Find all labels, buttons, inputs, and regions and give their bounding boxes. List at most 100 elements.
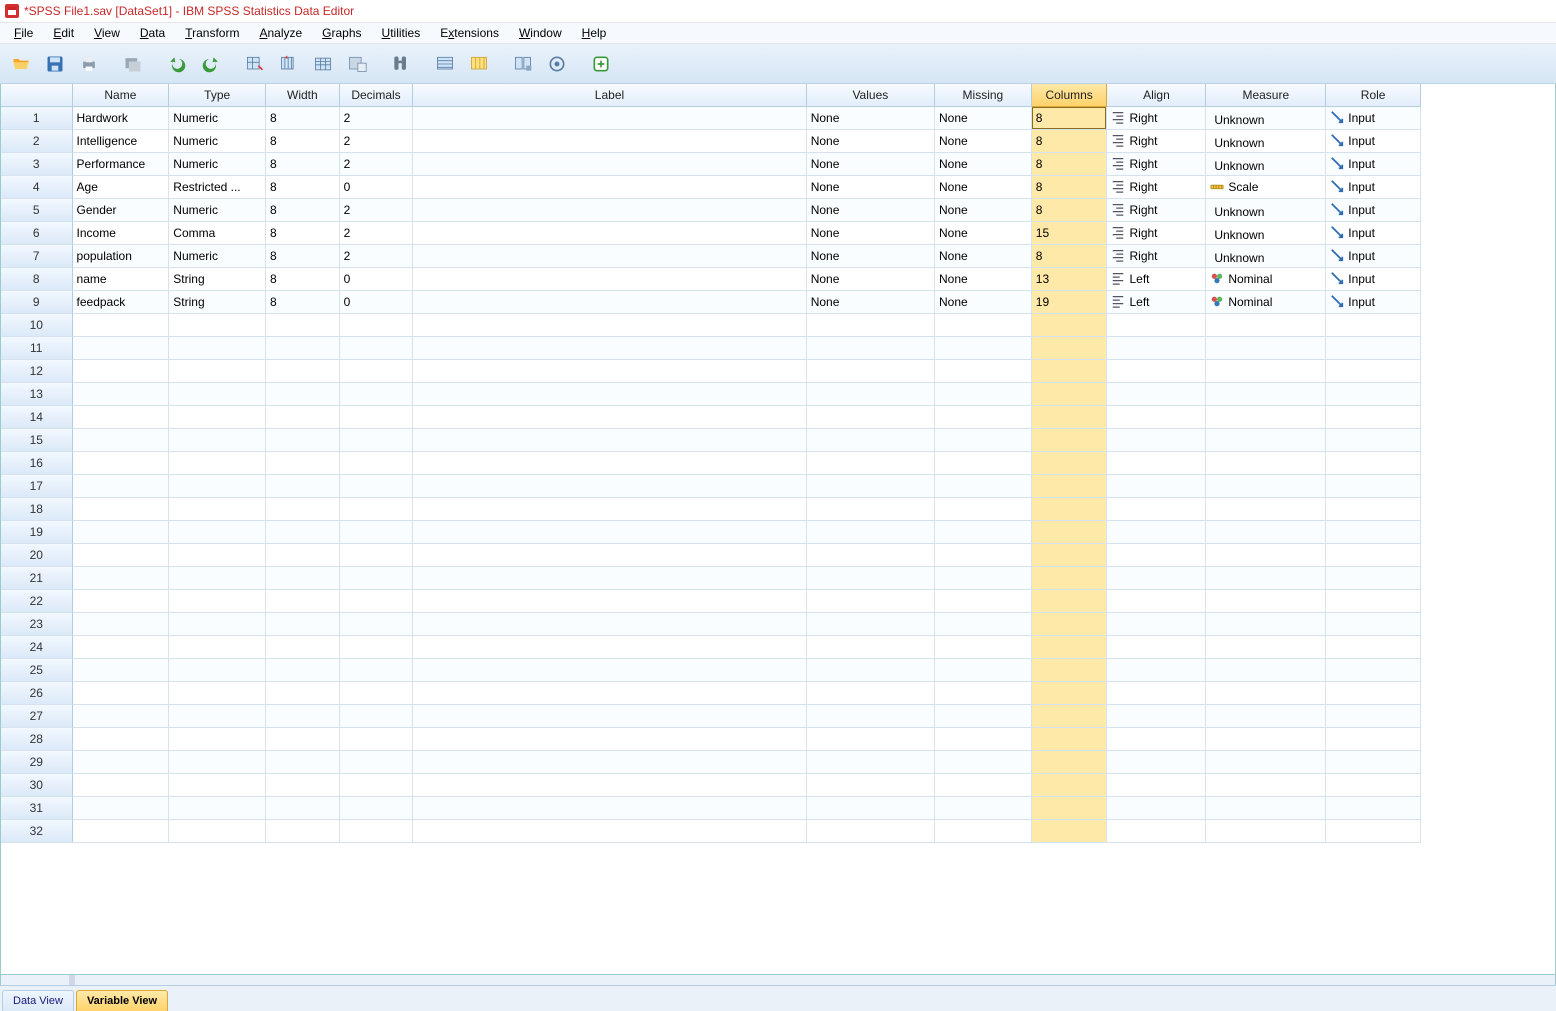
col-header-columns[interactable]: Columns bbox=[1032, 84, 1108, 107]
cell-width[interactable]: 8 bbox=[266, 268, 340, 291]
empty-cell[interactable] bbox=[413, 797, 806, 820]
cell-width[interactable]: 8 bbox=[266, 245, 340, 268]
empty-cell[interactable] bbox=[73, 360, 170, 383]
empty-cell[interactable] bbox=[73, 774, 170, 797]
cell-columns[interactable]: 8 bbox=[1032, 153, 1108, 176]
empty-cell[interactable] bbox=[340, 820, 414, 843]
row-header[interactable]: 20 bbox=[1, 544, 73, 567]
row-header[interactable]: 32 bbox=[1, 820, 73, 843]
cell-missing[interactable]: None bbox=[935, 245, 1032, 268]
empty-cell[interactable] bbox=[1032, 728, 1108, 751]
save-button[interactable] bbox=[40, 49, 70, 79]
empty-cell[interactable] bbox=[935, 429, 1032, 452]
empty-cell[interactable] bbox=[935, 521, 1032, 544]
empty-cell[interactable] bbox=[1326, 337, 1421, 360]
empty-cell[interactable] bbox=[1326, 383, 1421, 406]
menu-analyze[interactable]: Analyze bbox=[249, 24, 312, 42]
empty-cell[interactable] bbox=[935, 613, 1032, 636]
cell-label[interactable] bbox=[413, 176, 806, 199]
cell-type[interactable]: String bbox=[169, 291, 266, 314]
cell-name[interactable]: Intelligence bbox=[73, 130, 170, 153]
empty-cell[interactable] bbox=[1206, 682, 1326, 705]
empty-cell[interactable] bbox=[413, 567, 806, 590]
cell-label[interactable] bbox=[413, 199, 806, 222]
empty-cell[interactable] bbox=[807, 659, 935, 682]
cell-measure[interactable]: Unknown bbox=[1206, 130, 1326, 153]
empty-cell[interactable] bbox=[73, 636, 170, 659]
cell-values[interactable]: None bbox=[807, 291, 935, 314]
empty-cell[interactable] bbox=[1326, 636, 1421, 659]
cell-measure[interactable]: Scale bbox=[1206, 176, 1326, 199]
empty-cell[interactable] bbox=[1032, 659, 1108, 682]
empty-cell[interactable] bbox=[1206, 521, 1326, 544]
cell-role[interactable]: Input bbox=[1326, 176, 1421, 199]
empty-cell[interactable] bbox=[340, 590, 414, 613]
empty-cell[interactable] bbox=[1206, 475, 1326, 498]
empty-cell[interactable] bbox=[1107, 521, 1206, 544]
empty-cell[interactable] bbox=[169, 498, 266, 521]
row-header[interactable]: 25 bbox=[1, 659, 73, 682]
empty-cell[interactable] bbox=[1107, 429, 1206, 452]
empty-cell[interactable] bbox=[1206, 590, 1326, 613]
cell-measure[interactable]: Unknown bbox=[1206, 107, 1326, 130]
empty-cell[interactable] bbox=[169, 337, 266, 360]
empty-cell[interactable] bbox=[1107, 590, 1206, 613]
cell-values[interactable]: None bbox=[807, 222, 935, 245]
empty-cell[interactable] bbox=[169, 406, 266, 429]
find-button[interactable] bbox=[386, 49, 416, 79]
empty-cell[interactable] bbox=[807, 498, 935, 521]
empty-cell[interactable] bbox=[807, 406, 935, 429]
menu-extensions[interactable]: Extensions bbox=[430, 24, 509, 42]
empty-cell[interactable] bbox=[169, 636, 266, 659]
empty-cell[interactable] bbox=[807, 383, 935, 406]
empty-cell[interactable] bbox=[1107, 498, 1206, 521]
row-header[interactable]: 7 bbox=[1, 245, 73, 268]
empty-cell[interactable] bbox=[413, 406, 806, 429]
weight-cases-button[interactable] bbox=[542, 49, 572, 79]
cell-role[interactable]: Input bbox=[1326, 153, 1421, 176]
cell-decimals[interactable]: 0 bbox=[340, 176, 414, 199]
empty-cell[interactable] bbox=[1107, 636, 1206, 659]
empty-cell[interactable] bbox=[169, 613, 266, 636]
empty-cell[interactable] bbox=[1206, 797, 1326, 820]
row-header[interactable]: 18 bbox=[1, 498, 73, 521]
empty-cell[interactable] bbox=[413, 429, 806, 452]
empty-cell[interactable] bbox=[1032, 383, 1108, 406]
empty-cell[interactable] bbox=[1032, 751, 1108, 774]
empty-cell[interactable] bbox=[73, 452, 170, 475]
cell-align[interactable]: Right bbox=[1107, 153, 1206, 176]
empty-cell[interactable] bbox=[266, 636, 340, 659]
cell-decimals[interactable]: 2 bbox=[340, 130, 414, 153]
tab-data-view[interactable]: Data View bbox=[2, 990, 74, 1011]
empty-cell[interactable] bbox=[73, 544, 170, 567]
empty-cell[interactable] bbox=[935, 475, 1032, 498]
empty-cell[interactable] bbox=[1206, 406, 1326, 429]
empty-cell[interactable] bbox=[1107, 613, 1206, 636]
empty-cell[interactable] bbox=[935, 728, 1032, 751]
row-header[interactable]: 23 bbox=[1, 613, 73, 636]
insert-cases-button[interactable] bbox=[430, 49, 460, 79]
empty-cell[interactable] bbox=[413, 337, 806, 360]
empty-cell[interactable] bbox=[340, 705, 414, 728]
empty-cell[interactable] bbox=[413, 659, 806, 682]
empty-cell[interactable] bbox=[169, 567, 266, 590]
menu-data[interactable]: Data bbox=[130, 24, 175, 42]
empty-cell[interactable] bbox=[1032, 820, 1108, 843]
empty-cell[interactable] bbox=[413, 636, 806, 659]
insert-variable-button[interactable] bbox=[464, 49, 494, 79]
empty-cell[interactable] bbox=[413, 314, 806, 337]
cell-columns[interactable]: 15 bbox=[1032, 222, 1108, 245]
empty-cell[interactable] bbox=[1326, 682, 1421, 705]
variables-button[interactable] bbox=[308, 49, 338, 79]
cell-values[interactable]: None bbox=[807, 130, 935, 153]
empty-cell[interactable] bbox=[1107, 360, 1206, 383]
row-header[interactable]: 13 bbox=[1, 383, 73, 406]
cell-measure[interactable]: Nominal bbox=[1206, 291, 1326, 314]
col-header-role[interactable]: Role bbox=[1326, 84, 1421, 107]
variable-grid-scroll[interactable]: Name Type Width Decimals Label Values Mi… bbox=[0, 84, 1556, 975]
col-header-values[interactable]: Values bbox=[807, 84, 935, 107]
empty-cell[interactable] bbox=[413, 475, 806, 498]
row-header[interactable]: 5 bbox=[1, 199, 73, 222]
empty-cell[interactable] bbox=[807, 475, 935, 498]
cell-align[interactable]: Right bbox=[1107, 107, 1206, 130]
